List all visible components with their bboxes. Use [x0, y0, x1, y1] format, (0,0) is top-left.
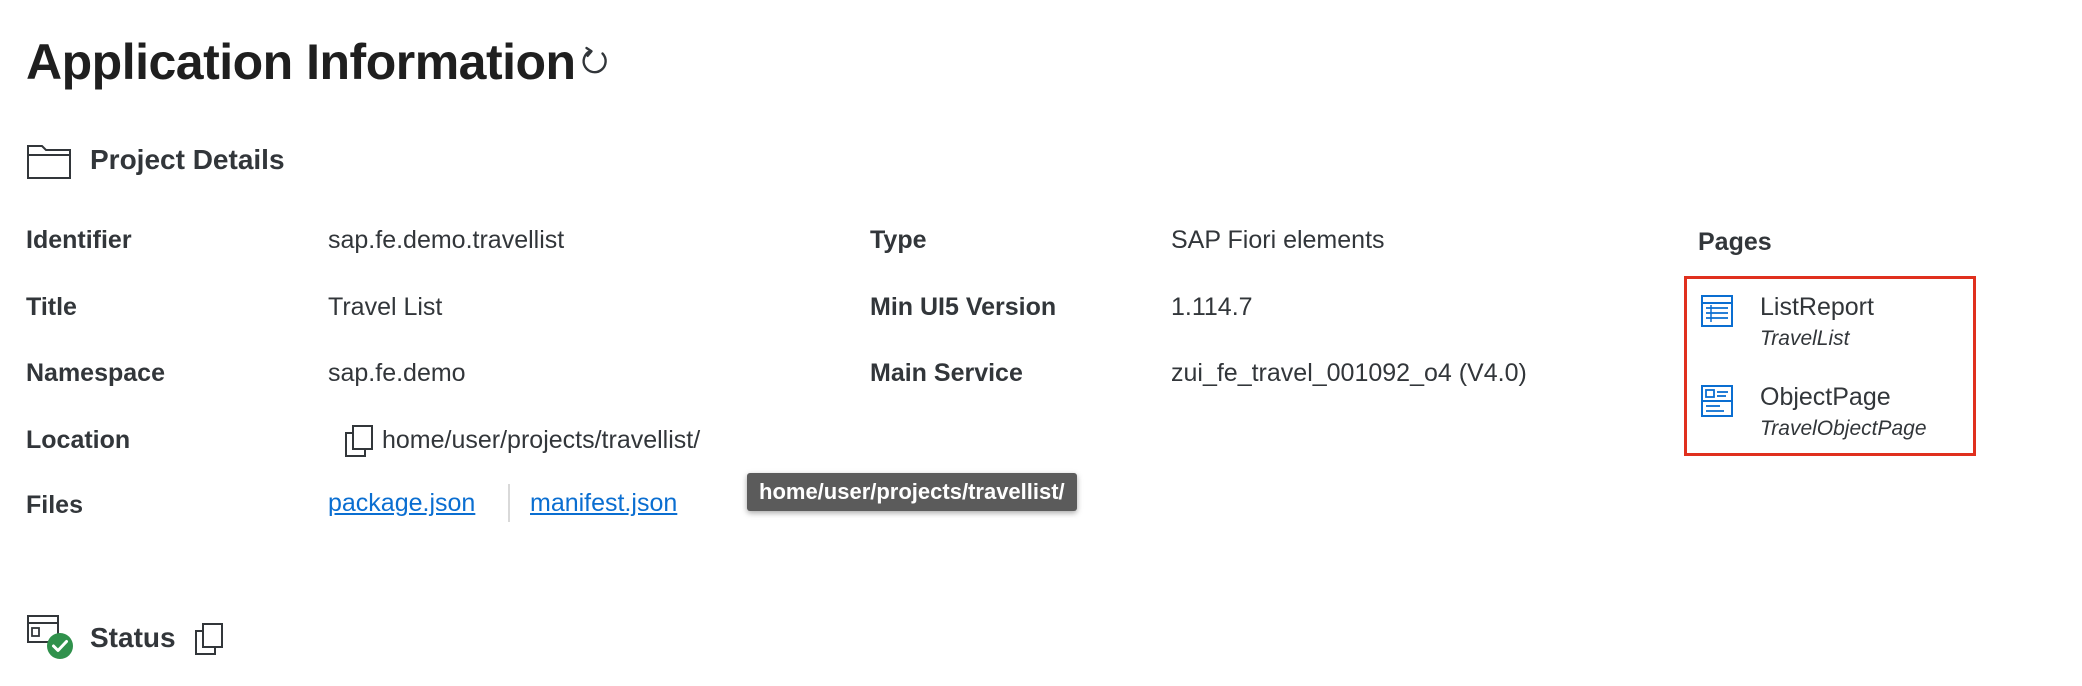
identifier-value: sap.fe.demo.travellist [328, 226, 565, 254]
folder-icon [27, 145, 71, 179]
link-separator [508, 484, 510, 522]
object-page-icon [1701, 385, 1733, 417]
status-check-icon [27, 615, 73, 659]
package-json-link[interactable]: package.json [328, 487, 475, 519]
namespace-value: sap.fe.demo [328, 359, 466, 387]
min-ui5-value: 1.114.7 [1171, 293, 1253, 321]
copy-icon[interactable] [344, 424, 374, 458]
title-label: Title [26, 293, 77, 321]
identifier-label: Identifier [26, 226, 132, 254]
min-ui5-label: Min UI5 Version [870, 293, 1057, 321]
type-value: SAP Fiori elements [1171, 226, 1385, 254]
manifest-json-link[interactable]: manifest.json [530, 487, 677, 519]
page-name: ObjectPage [1760, 383, 1891, 411]
namespace-label: Namespace [26, 359, 165, 387]
project-details-title: Project Details [90, 144, 285, 175]
refresh-icon[interactable] [578, 44, 612, 78]
location-value: home/user/projects/travellist/ [382, 426, 701, 454]
status-title: Status [90, 622, 176, 653]
files-label: Files [26, 491, 83, 519]
type-label: Type [870, 226, 927, 254]
list-report-icon [1701, 295, 1733, 327]
page-title: Application Information [26, 34, 576, 90]
location-tooltip: home/user/projects/travellist/ [747, 473, 1077, 511]
page-entity: TravelList [1760, 327, 1850, 350]
page-entity: TravelObjectPage [1760, 417, 1927, 440]
pages-label: Pages [1698, 228, 1772, 256]
main-service-value: zui_fe_travel_001092_o4 (V4.0) [1171, 359, 1527, 387]
status-copy-icon[interactable] [194, 622, 224, 656]
main-service-label: Main Service [870, 359, 1023, 387]
title-value: Travel List [328, 293, 443, 321]
page-name: ListReport [1760, 293, 1874, 321]
location-label: Location [26, 426, 131, 454]
